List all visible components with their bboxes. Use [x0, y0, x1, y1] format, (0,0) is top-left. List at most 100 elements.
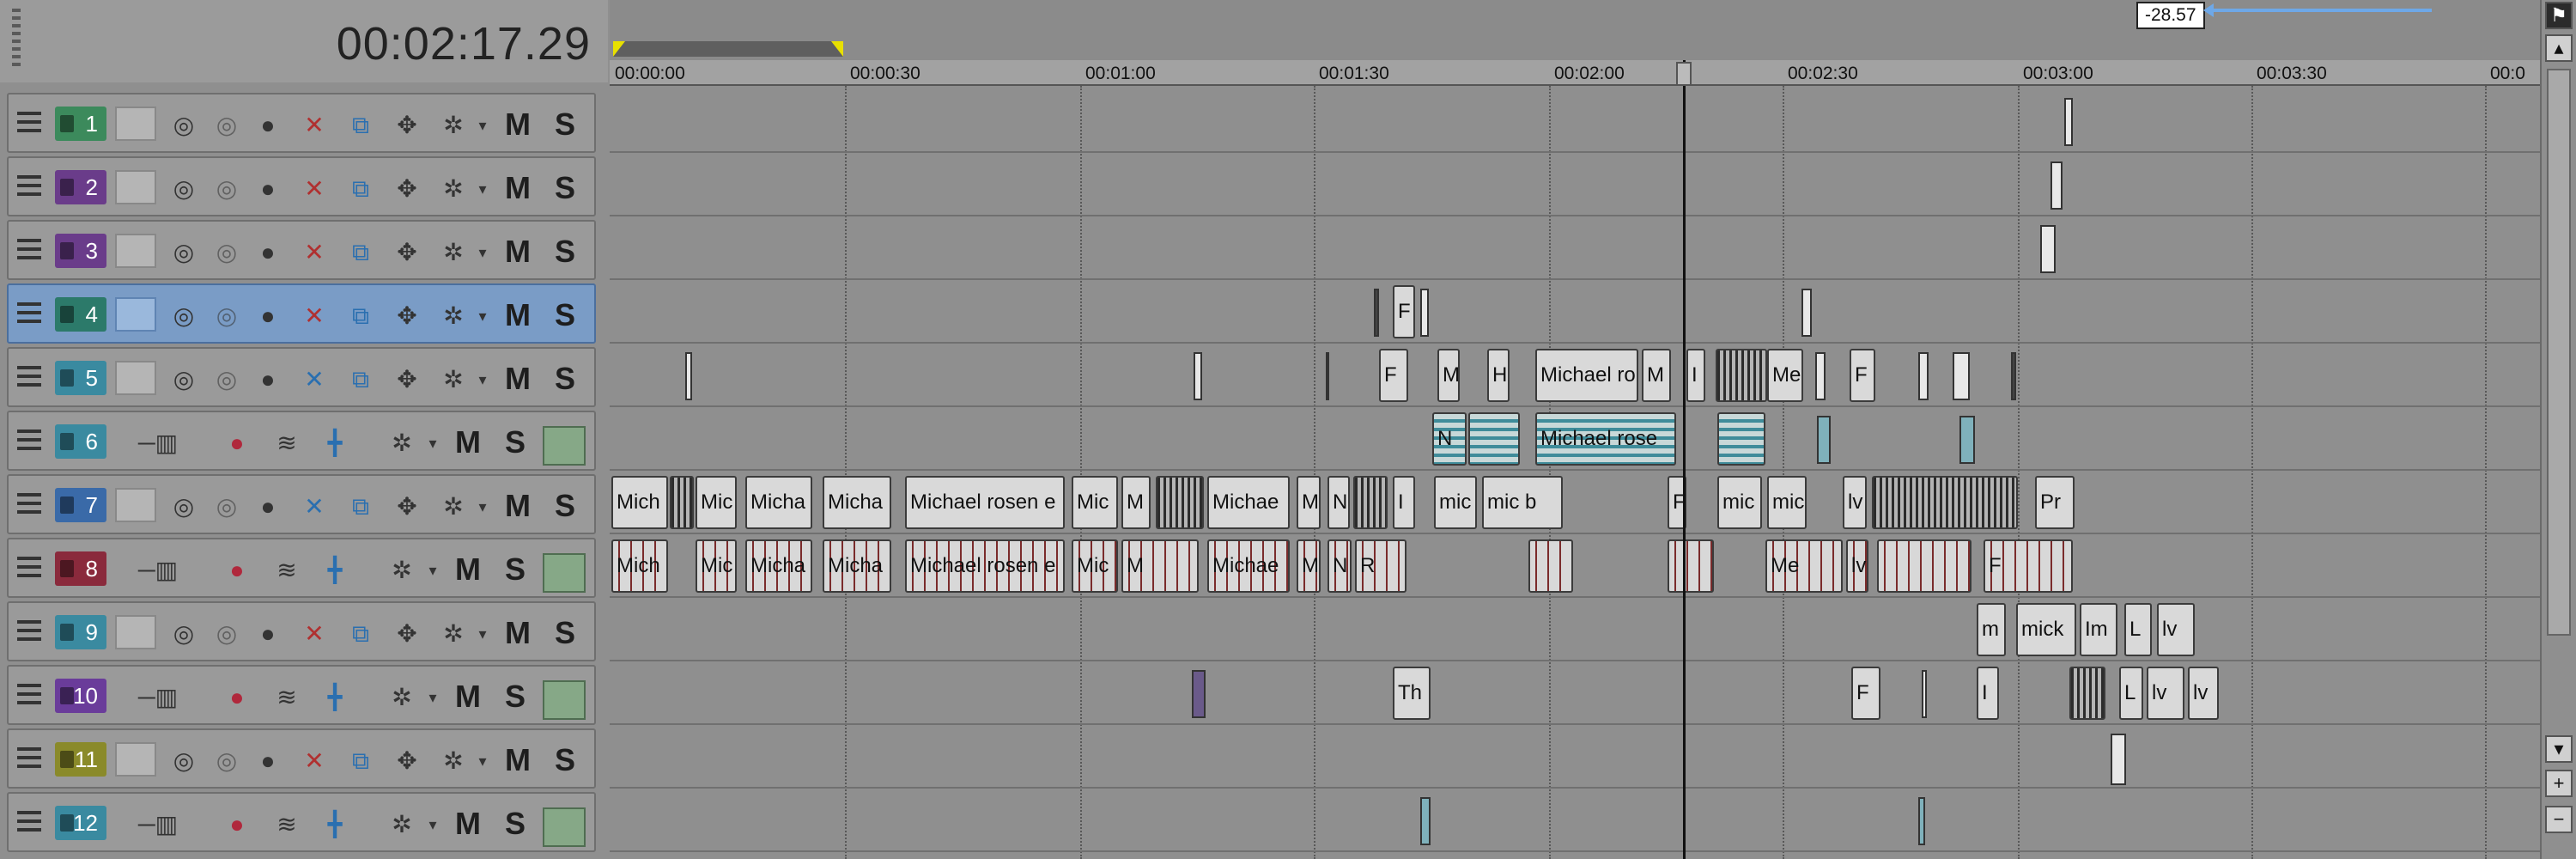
solo-button[interactable]: S [505, 802, 526, 845]
clip[interactable] [1528, 539, 1573, 593]
solo-button[interactable]: S [555, 294, 575, 337]
loop-start-marker[interactable] [613, 41, 625, 57]
clip[interactable]: Th [1393, 667, 1431, 720]
motion-icon[interactable]: ● [252, 746, 283, 777]
motion-icon[interactable]: ● [252, 237, 283, 268]
split-icon[interactable]: ✥ [392, 491, 422, 522]
track-motion-icon[interactable]: ⧉ [345, 364, 376, 395]
pan-crop-icon[interactable]: ✕ [299, 364, 330, 395]
split-icon[interactable]: ✥ [392, 174, 422, 204]
track-motion-icon[interactable]: ⧉ [345, 110, 376, 141]
playhead-handle[interactable] [1676, 62, 1692, 86]
track-header-10[interactable]: 10 ─▥ ● ≋ ╋ ✲ ▾ M S [7, 665, 596, 725]
clip[interactable] [1374, 289, 1379, 337]
menu-icon[interactable] [17, 112, 41, 136]
vertical-scrollbar[interactable]: ⚑ ▴ ▾ + − [2540, 0, 2576, 859]
solo-button[interactable]: S [505, 548, 526, 591]
clip[interactable]: mic [1434, 476, 1477, 529]
clip[interactable]: Mic [1072, 539, 1118, 593]
clip[interactable]: F [1851, 667, 1880, 720]
lane-1[interactable] [610, 91, 2542, 153]
pan-crop-icon[interactable]: ✕ [299, 237, 330, 268]
mute-button[interactable]: M [505, 612, 531, 655]
clip[interactable]: Mic [696, 539, 737, 593]
track-motion-icon[interactable]: ⧉ [345, 237, 376, 268]
clip[interactable]: lv [2157, 603, 2195, 656]
mute-button[interactable]: M [455, 675, 481, 718]
clip[interactable]: lv [1843, 476, 1867, 529]
chevron-down-icon[interactable]: ▾ [467, 301, 498, 332]
clip[interactable]: F [1984, 539, 2073, 593]
solo-button[interactable]: S [555, 357, 575, 400]
pan-crop-icon[interactable]: ✕ [299, 491, 330, 522]
fx-icon[interactable]: ◎ [168, 301, 199, 332]
clip[interactable] [1716, 349, 1767, 402]
track-header-8[interactable]: 8 ─▥ ● ≋ ╋ ✲ ▾ M S [7, 538, 596, 598]
clip[interactable]: m [1977, 603, 2006, 656]
clip[interactable] [2040, 225, 2056, 273]
solo-button[interactable]: S [555, 612, 575, 655]
timecode-display[interactable]: 00:02:17.29 [337, 17, 591, 70]
solo-button[interactable]: S [505, 421, 526, 464]
lane-10[interactable]: Th F I L lv lv [610, 663, 2542, 725]
fx-icon[interactable]: ◎ [168, 174, 199, 204]
mute-button[interactable]: M [455, 548, 481, 591]
mute-button[interactable]: M [455, 421, 481, 464]
clip[interactable]: M [1121, 476, 1151, 529]
fx-icon[interactable]: ◎ [168, 618, 199, 649]
menu-icon[interactable] [17, 493, 41, 517]
track-header-6[interactable]: 6 ─▥ ● ≋ ╋ ✲ ▾ M S [7, 411, 596, 471]
menu-icon[interactable] [17, 239, 41, 263]
chevron-down-icon[interactable]: ▾ [467, 174, 498, 204]
menu-icon[interactable] [17, 175, 41, 199]
gear-icon[interactable]: ✲ [386, 809, 417, 840]
motion-icon[interactable]: ● [252, 301, 283, 332]
track-number[interactable]: 2 [55, 170, 106, 204]
fx-icon[interactable]: ◎ [168, 746, 199, 777]
clip[interactable] [1353, 476, 1388, 529]
clip[interactable] [1817, 416, 1831, 464]
clip[interactable] [1717, 412, 1765, 466]
clip[interactable] [1192, 670, 1206, 718]
clip[interactable]: Im [2080, 603, 2117, 656]
panel-grip-icon[interactable] [12, 9, 21, 69]
clip[interactable]: mic [1717, 476, 1762, 529]
clip[interactable]: M [1121, 539, 1199, 593]
clip[interactable]: mic [1767, 476, 1807, 529]
solo-button[interactable]: S [555, 739, 575, 782]
clip[interactable]: Michae [1207, 476, 1290, 529]
chevron-down-icon[interactable]: ▾ [417, 555, 448, 586]
volume-slider-icon[interactable]: ─▥ [124, 682, 192, 713]
track-motion-icon[interactable]: ⧉ [345, 491, 376, 522]
gear-icon[interactable]: ✲ [386, 682, 417, 713]
clip[interactable]: N [1432, 412, 1467, 466]
volume-slider-icon[interactable]: ─▥ [124, 809, 192, 840]
mute-button[interactable]: M [455, 802, 481, 845]
pan-crop-icon[interactable]: ✕ [299, 110, 330, 141]
loop-region[interactable] [613, 41, 843, 57]
menu-icon[interactable] [17, 747, 41, 771]
track-header-4[interactable]: 4 ◎ ◎ ● ✕ ⧉ ✥ ✲ ▾ M S [7, 283, 596, 344]
track-number[interactable]: 9 [55, 615, 106, 649]
split-icon[interactable]: ✥ [392, 618, 422, 649]
motion-icon[interactable]: ● [252, 364, 283, 395]
pan-crop-icon[interactable]: ✕ [299, 746, 330, 777]
clip[interactable]: I [1393, 476, 1415, 529]
clip[interactable] [2064, 98, 2073, 146]
mute-button[interactable]: M [505, 167, 531, 210]
clip[interactable]: F [1393, 285, 1415, 338]
track-header-2[interactable]: 2 ◎ ◎ ● ✕ ⧉ ✥ ✲ ▾ M S [7, 156, 596, 216]
mute-button[interactable]: M [505, 739, 531, 782]
clip[interactable]: M [1297, 539, 1321, 593]
clip[interactable]: Me [1767, 349, 1803, 402]
clip[interactable]: M [1297, 476, 1321, 529]
clip[interactable] [2011, 352, 2016, 400]
flag-icon[interactable]: ⚑ [2545, 2, 2573, 29]
clip[interactable]: Pr [2035, 476, 2075, 529]
lane-8[interactable]: Mich Mic Micha Micha Michael rosen e Mic… [610, 536, 2542, 598]
gear-icon[interactable]: ✲ [386, 555, 417, 586]
track-header-1[interactable]: 1 ◎ ◎ ● ✕ ⧉ ✥ ✲ ▾ M S [7, 93, 596, 153]
clip[interactable]: F [1850, 349, 1875, 402]
gear-icon[interactable]: ✲ [438, 618, 469, 649]
scroll-down-button[interactable]: ▾ [2545, 735, 2573, 763]
